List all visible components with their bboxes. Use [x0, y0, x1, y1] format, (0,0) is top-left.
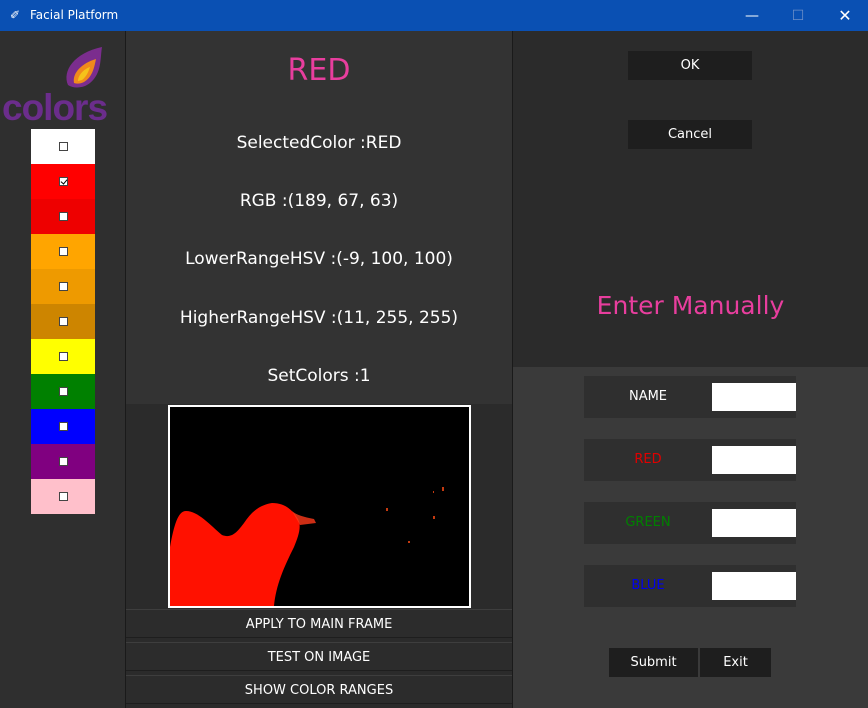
exit-button[interactable]: Exit [700, 648, 771, 677]
color-checkbox[interactable] [58, 352, 68, 361]
title-bar: ✐ Facial Platform — ☐ ✕ [0, 0, 868, 31]
green-label: GREEN [625, 515, 671, 530]
color-swatch[interactable] [31, 374, 95, 409]
test-on-image-button[interactable]: TEST ON IMAGE [126, 642, 512, 671]
enter-manually-title: Enter Manually [596, 291, 785, 320]
color-swatch[interactable] [31, 339, 95, 374]
show-color-ranges-button[interactable]: SHOW COLOR RANGES [126, 675, 512, 704]
rgb-text: RGB :(189, 67, 63) [239, 191, 399, 211]
window-title: Facial Platform [30, 8, 119, 22]
submit-button[interactable]: Submit [609, 648, 698, 677]
color-swatch[interactable] [31, 269, 95, 304]
color-info-panel: RED SelectedColor :RED RGB :(189, 67, 63… [125, 31, 513, 708]
color-checkbox[interactable] [58, 492, 68, 501]
red-input[interactable] [712, 446, 796, 474]
red-label: RED [634, 452, 662, 467]
field-row-green: GREEN [584, 502, 796, 544]
lower-range-text: LowerRangeHSV :(-9, 100, 100) [185, 249, 453, 269]
minimize-button[interactable]: — [729, 0, 775, 31]
color-swatch[interactable] [31, 304, 95, 339]
color-checkbox[interactable] [58, 317, 68, 326]
apply-to-main-frame-button[interactable]: APPLY TO MAIN FRAME [126, 609, 512, 638]
maximize-button[interactable]: ☐ [775, 0, 821, 31]
field-row-name: NAME [584, 376, 796, 418]
manual-entry-panel: OK Cancel Enter Manually NAME RED GREEN BLU… [513, 31, 868, 708]
name-input[interactable] [712, 383, 796, 411]
color-swatch[interactable] [31, 164, 95, 199]
set-colors-text: SetColors :1 [267, 366, 371, 386]
dialog-actions: OK Cancel Enter Manually [513, 31, 868, 367]
color-swatch[interactable] [31, 129, 95, 164]
color-checkbox[interactable] [58, 422, 68, 431]
color-swatch[interactable] [31, 444, 95, 479]
color-swatch[interactable] [31, 479, 95, 514]
color-swatch[interactable] [31, 199, 95, 234]
selected-color-text: SelectedColor :RED [236, 133, 402, 153]
higher-range-text: HigherRangeHSV :(11, 255, 255) [179, 308, 459, 328]
logo-wordmark: colors [2, 87, 108, 128]
selected-color-title: RED [287, 53, 351, 88]
color-checkbox[interactable] [58, 387, 68, 396]
color-checkbox[interactable] [58, 282, 68, 291]
field-row-red: RED [584, 439, 796, 481]
color-checkbox[interactable] [58, 177, 68, 186]
close-button[interactable]: ✕ [822, 0, 868, 31]
blue-label: BLUE [631, 578, 665, 593]
color-swatch[interactable] [31, 234, 95, 269]
manual-form: NAME RED GREEN BLUE Submit Exit [513, 367, 868, 708]
ok-button[interactable]: OK [628, 51, 752, 80]
color-checkbox[interactable] [58, 457, 68, 466]
color-checkbox[interactable] [58, 142, 68, 151]
color-checkbox[interactable] [58, 212, 68, 221]
name-label: NAME [628, 389, 668, 404]
cancel-button[interactable]: Cancel [628, 120, 752, 149]
colors-logo: colors [2, 43, 124, 128]
color-sidebar: colors [0, 31, 125, 708]
blue-input[interactable] [712, 572, 796, 600]
color-details: RED SelectedColor :RED RGB :(189, 67, 63… [126, 31, 512, 404]
color-checkbox[interactable] [58, 247, 68, 256]
mask-preview-image [168, 405, 471, 608]
feather-icon: ✐ [10, 8, 21, 22]
green-input[interactable] [712, 509, 796, 537]
field-row-blue: BLUE [584, 565, 796, 607]
color-swatch[interactable] [31, 409, 95, 444]
